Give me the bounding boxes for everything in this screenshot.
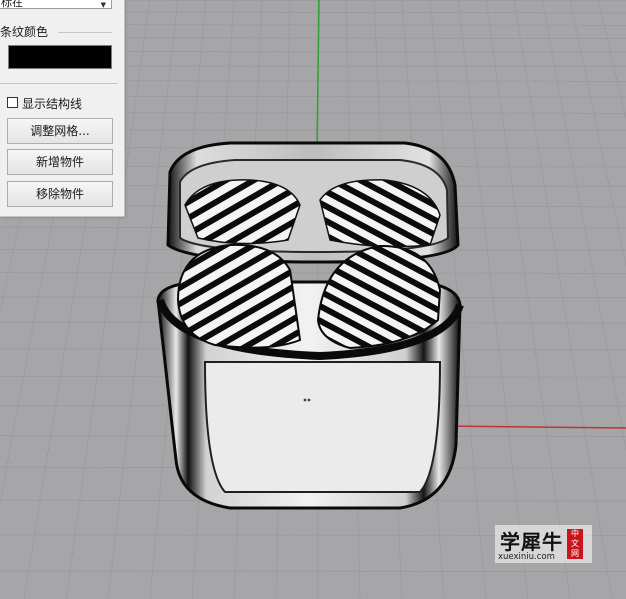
section-divider: [58, 32, 112, 33]
dropdown-value: 标在: [1, 0, 23, 9]
grid-line: [625, 0, 626, 1]
grid-line: [513, 0, 613, 599]
chevron-down-icon: ▼: [100, 1, 106, 9]
lid-earbud-left: [184, 179, 301, 245]
stripe-color-swatch[interactable]: [8, 45, 112, 69]
seal-char-2: 文: [571, 539, 579, 548]
display-mode-dropdown[interactable]: 标在 ▼: [0, 0, 112, 9]
status-light: [303, 398, 307, 402]
y-axis-line: [316, 0, 320, 151]
watermark-brand: 学犀牛: [500, 530, 563, 554]
show-structure-lines-checkbox[interactable]: [7, 97, 18, 108]
grid-line: [457, 0, 529, 599]
grid-line: [597, 0, 626, 122]
adjust-mesh-button[interactable]: 调整网格...: [7, 118, 113, 144]
grid-line: [485, 0, 571, 599]
remove-object-button[interactable]: 移除物件: [7, 181, 113, 207]
status-light-2: [307, 398, 311, 402]
site-watermark: 学犀牛 中 文 网 xuexiniu.com: [495, 525, 592, 563]
add-object-button[interactable]: 新增物件: [7, 149, 113, 175]
watermark-url: xuexiniu.com: [498, 552, 555, 562]
zebra-analysis-panel: 标在 ▼ 条纹颜色 显示结构线 调整网格... 新增物件 移除物件: [0, 0, 125, 217]
seal-char-1: 中: [571, 529, 579, 538]
earbud-left: [176, 243, 302, 349]
earbuds-case-model[interactable]: [156, 141, 464, 510]
watermark-seal: 中 文 网: [567, 529, 583, 559]
grid-line: [0, 570, 626, 573]
case-front-panel: [203, 361, 442, 493]
x-axis-line: [439, 425, 626, 429]
show-structure-lines-label: 显示结构线: [22, 97, 83, 111]
grid-line: [0, 272, 626, 274]
panel-divider: [0, 83, 118, 84]
stripe-color-label: 条纹颜色: [0, 25, 49, 39]
grid-line: [541, 0, 626, 452]
seal-char-3: 网: [571, 549, 579, 558]
